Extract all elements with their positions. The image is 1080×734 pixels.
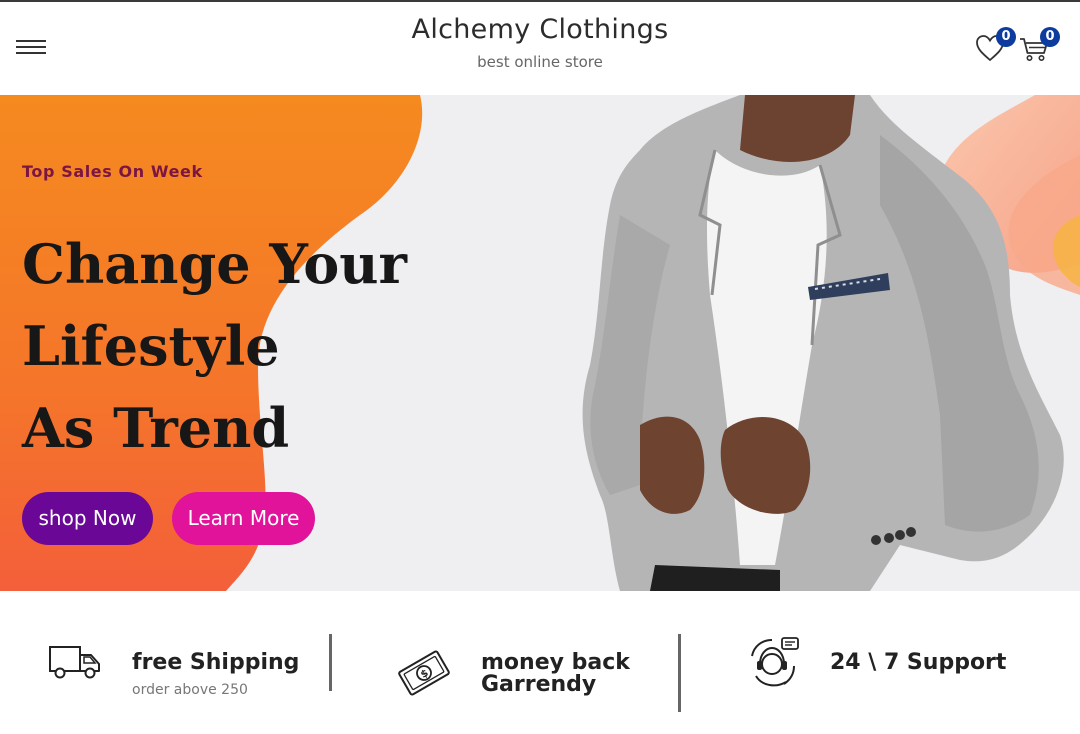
delivery-truck-icon [49, 646, 100, 679]
hero-banner: Top Sales On Week Change Your Lifestyle … [0, 95, 1080, 591]
site-subtitle: best online store [477, 53, 603, 71]
learn-more-button[interactable]: Learn More [172, 492, 315, 545]
divider [329, 634, 332, 691]
money-bill-icon: $ [398, 650, 450, 696]
cart-button[interactable]: 0 [1018, 27, 1060, 64]
feature-title-line: money back [481, 650, 630, 675]
headline-line: As Trend [22, 396, 290, 460]
wishlist-count-badge: 0 [996, 27, 1016, 47]
site-title[interactable]: Alchemy Clothings [0, 14, 1080, 45]
feature-title: money back Garrendy [481, 652, 630, 696]
wishlist-button[interactable]: 0 [974, 27, 1016, 64]
feature-title: 24 \ 7 Support [830, 650, 1007, 675]
features-strip: free Shipping order above 250 $ money ba… [0, 591, 1080, 734]
headline-line: Change Your [22, 232, 407, 296]
cart-count-badge: 0 [1040, 27, 1060, 47]
hero-headline: Change Your Lifestyle As Trend [22, 223, 442, 469]
divider [678, 634, 681, 712]
hero-tagline: Top Sales On Week [22, 162, 203, 181]
shop-now-button[interactable]: shop Now [22, 492, 153, 545]
headline-line: Lifestyle [22, 314, 280, 378]
customer-support-icon [751, 637, 799, 687]
feature-title: free Shipping [132, 650, 300, 675]
feature-title-line: Garrendy [481, 672, 597, 697]
site-header: Alchemy Clothings best online store 0 0 [0, 0, 1080, 94]
feature-subtitle: order above 250 [132, 682, 248, 698]
brand: Alchemy Clothings best online store [0, 14, 1080, 71]
